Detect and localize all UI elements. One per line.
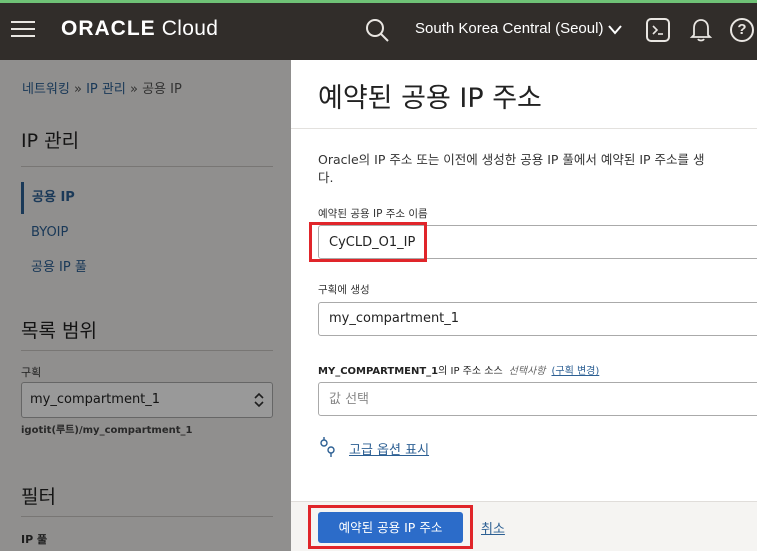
name-field-label: 예약된 공용 IP 주소 이름 xyxy=(318,208,428,220)
menu-icon[interactable] xyxy=(11,21,35,39)
form-description: Oracle의 IP 주소 또는 이전에 생성한 공용 IP 풀에서 예약된 I… xyxy=(318,152,705,185)
optional-tag: 선택사항 xyxy=(508,366,546,377)
search-icon[interactable] xyxy=(364,17,390,43)
change-compartment-link[interactable]: (구획 변경) xyxy=(551,366,599,377)
ip-source-label: MY_COMPARTMENT_1의 IP 주소 소스 선택사항 (구획 변경) xyxy=(318,366,600,377)
show-advanced-options-link[interactable]: 고급 옵션 표시 xyxy=(349,439,429,458)
cloud-shell-icon[interactable] xyxy=(646,18,670,42)
settings-icon[interactable] xyxy=(318,437,338,457)
topbar-accent-line xyxy=(0,0,757,3)
help-icon[interactable]: ? xyxy=(730,18,754,42)
chevron-down-icon[interactable] xyxy=(607,23,623,37)
form-panel xyxy=(291,128,757,551)
top-navigation-bar: ORACLE Cloud South Korea Central (Seoul)… xyxy=(0,0,757,60)
highlight-box xyxy=(309,222,427,262)
cancel-link[interactable]: 취소 xyxy=(481,518,505,537)
compartment-field-label: 구획에 생성 xyxy=(318,284,370,296)
modal-overlay xyxy=(0,60,291,551)
highlight-box xyxy=(308,505,473,549)
ip-source-select[interactable] xyxy=(318,382,757,416)
page-title: 예약된 공용 IP 주소 xyxy=(318,83,542,114)
create-in-compartment-select[interactable]: my_compartment_1 xyxy=(318,302,757,336)
notification-bell-icon[interactable] xyxy=(689,17,713,43)
region-selector[interactable]: South Korea Central (Seoul) xyxy=(415,20,603,37)
oracle-cloud-logo[interactable]: ORACLE Cloud xyxy=(61,17,218,41)
